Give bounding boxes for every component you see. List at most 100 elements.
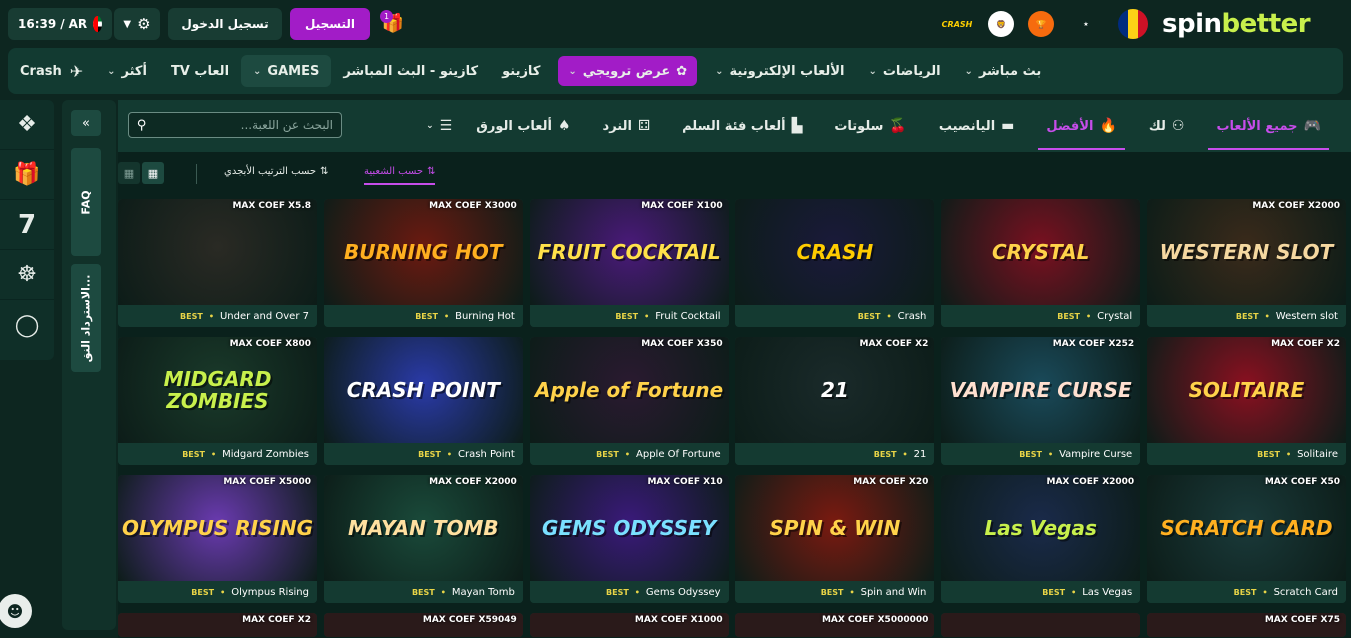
game-thumbnail[interactable]: OLYMPUS RISING MAX COEF X5000: [118, 475, 317, 581]
bug-icon[interactable]: ❖: [0, 100, 54, 150]
game-art-title: FRUIT COCKTAIL: [537, 240, 721, 264]
cashback-tab[interactable]: الاسترداد النق...: [71, 264, 101, 372]
divider: [196, 164, 197, 184]
game-card[interactable]: SCRATCH CARD MAX COEF X50 BEST • Scratch Car…: [1146, 475, 1346, 603]
game-art-title: CRYSTAL: [991, 240, 1090, 264]
game-card[interactable]: WESTERN SLOT MAX COEF X2000 BEST • Western s…: [1146, 199, 1346, 327]
game-card[interactable]: MAYAN TOMB MAX COEF X2000 BEST • Mayan Tomb: [323, 475, 523, 603]
premier-league-icon[interactable]: 🦁: [988, 11, 1014, 37]
chevron-down-icon: ⌄: [964, 65, 973, 77]
nav-live-casino[interactable]: كازينو - البث المباشر: [331, 55, 490, 87]
crash-logo[interactable]: CRASH: [940, 20, 974, 29]
game-thumbnail[interactable]: MAX COEF X59049: [323, 613, 523, 637]
game-card[interactable]: FRUIT COCKTAIL MAX COEF X100 BEST • Fruit Co…: [529, 199, 729, 327]
game-thumbnail[interactable]: CRASH POINT: [323, 337, 523, 443]
nav-promo[interactable]: ✿ عرض ترويجي ⌄: [558, 56, 698, 86]
game-thumbnail[interactable]: 21 MAX COEF X2: [735, 337, 935, 443]
settings-button[interactable]: ▼ ⚙: [114, 8, 160, 40]
game-thumbnail[interactable]: MAX COEF X75: [1146, 613, 1346, 637]
game-thumbnail[interactable]: MAX COEF X5000000: [735, 613, 935, 637]
game-card[interactable]: GEMS ODYSSEY MAX COEF X10 BEST • Gems Odysse…: [529, 475, 729, 603]
gift-icon[interactable]: 🎁: [0, 150, 54, 200]
tab-ladder-games[interactable]: ▙ ألعاب فئة السلم: [666, 100, 818, 152]
game-card[interactable]: [941, 613, 1141, 637]
faq-tab[interactable]: FAQ: [71, 148, 101, 256]
tab-slots[interactable]: 🍒 سلوتات: [818, 100, 923, 152]
game-thumbnail[interactable]: Apple of Fortune MAX COEF X350: [529, 337, 729, 443]
game-thumbnail[interactable]: CRASH: [735, 199, 935, 305]
game-card[interactable]: Apple of Fortune MAX COEF X350 BEST • Apple …: [529, 337, 729, 465]
gift-button[interactable]: 🎁 1: [378, 8, 408, 38]
nav-esports[interactable]: الألعاب الإلكترونية ⌄: [703, 55, 856, 87]
dollar-icon[interactable]: ◯: [0, 300, 54, 350]
collapse-button[interactable]: «: [71, 110, 101, 136]
game-thumbnail[interactable]: SPIN & WIN MAX COEF X20: [735, 475, 935, 581]
game-info-bar: BEST • Gems Odyssey: [529, 581, 729, 603]
game-card[interactable]: 21 MAX COEF X2 BEST • 21: [735, 337, 935, 465]
game-thumbnail[interactable]: MAYAN TOMB MAX COEF X2000: [323, 475, 523, 581]
tab-lottery[interactable]: ▬ اليانصيب: [923, 100, 1031, 152]
game-card[interactable]: SPIN & WIN MAX COEF X20 BEST • Spin and Win: [735, 475, 935, 603]
game-card[interactable]: SOLITAIRE MAX COEF X2 BEST • Solitaire: [1146, 337, 1346, 465]
tab-dice[interactable]: ⚃ النرد: [587, 100, 667, 152]
game-thumbnail[interactable]: BURNING HOT MAX COEF X3000: [323, 199, 523, 305]
game-card[interactable]: VAMPIRE CURSE MAX COEF X252 BEST • Vampire C…: [941, 337, 1141, 465]
nav-games[interactable]: ⌄ GAMES: [241, 55, 332, 87]
game-card[interactable]: MAX COEF X59049: [323, 613, 523, 637]
tab-card-games[interactable]: ♠ ألعاب الورق: [460, 100, 586, 152]
game-card[interactable]: Las Vegas MAX COEF X2000 BEST • Las Vegas: [941, 475, 1141, 603]
max-coef-label: MAX COEF X2000: [1252, 201, 1340, 211]
game-card[interactable]: BURNING HOT MAX COEF X3000 BEST • Burning Ho…: [323, 199, 523, 327]
tab-best[interactable]: 🔥 الأفضل: [1030, 100, 1133, 152]
game-thumbnail[interactable]: MIDGARD ZOMBIES MAX COEF X800: [118, 337, 317, 443]
nav-tv-games[interactable]: العاب TV: [159, 55, 241, 87]
nav-sports[interactable]: الرياضات ⌄: [856, 55, 952, 87]
login-button[interactable]: تسجيل الدخول: [168, 8, 282, 40]
search-input[interactable]: [146, 118, 333, 132]
game-thumbnail[interactable]: MAX COEF X1000: [529, 613, 729, 637]
game-thumbnail[interactable]: [941, 613, 1141, 637]
nav-casino[interactable]: كازينو: [490, 55, 552, 87]
seven-icon[interactable]: 7: [0, 200, 54, 250]
game-card[interactable]: MAX COEF X1000: [529, 613, 729, 637]
game-thumbnail[interactable]: Las Vegas MAX COEF X2000: [941, 475, 1141, 581]
game-thumbnail[interactable]: GEMS ODYSSEY MAX COEF X10: [529, 475, 729, 581]
tab-all-games[interactable]: 🎮 جميع الألعاب: [1200, 100, 1337, 152]
sort-popular[interactable]: حسب الشعبية ⇅: [364, 166, 436, 185]
game-card[interactable]: OLYMPUS RISING MAX COEF X5000 BEST • Olympus…: [118, 475, 317, 603]
nav-crash[interactable]: Crash ✈: [8, 55, 95, 87]
game-card[interactable]: CRASH BEST • Crash: [735, 199, 935, 327]
europa-league-icon[interactable]: 🏆: [1028, 11, 1054, 37]
more-categories-button[interactable]: ☰ ⌄: [418, 100, 460, 152]
large-grid-icon[interactable]: ▦: [142, 162, 164, 184]
game-thumbnail[interactable]: SOLITAIRE MAX COEF X2: [1146, 337, 1346, 443]
time-language-selector[interactable]: 16:39 / AR: [8, 8, 112, 40]
game-thumbnail[interactable]: WESTERN SLOT MAX COEF X2000: [1146, 199, 1346, 305]
game-card[interactable]: MAX COEF X5.8 BEST • Under and Over 7: [118, 199, 317, 327]
romania-flag-icon[interactable]: [1118, 9, 1148, 39]
nav-more[interactable]: أكثر ⌄: [95, 55, 159, 87]
game-thumbnail[interactable]: SCRATCH CARD MAX COEF X50: [1146, 475, 1346, 581]
site-logo[interactable]: spinbetter: [1162, 9, 1311, 39]
game-card[interactable]: MAX COEF X2: [118, 613, 317, 637]
sort-alphabetical[interactable]: حسب الترتيب الأبجدي ⇅: [224, 166, 328, 177]
game-thumbnail[interactable]: FRUIT COCKTAIL MAX COEF X100: [529, 199, 729, 305]
game-thumbnail[interactable]: VAMPIRE CURSE MAX COEF X252: [941, 337, 1141, 443]
game-card[interactable]: CRASH POINT BEST • Crash Point: [323, 337, 523, 465]
small-grid-icon[interactable]: ▦: [118, 162, 140, 184]
nav-live[interactable]: بث مباشر ⌄: [953, 55, 1054, 87]
game-card[interactable]: CRYSTAL BEST • Crystal: [941, 199, 1141, 327]
game-thumbnail[interactable]: CRYSTAL: [941, 199, 1141, 305]
wheel-icon[interactable]: ☸: [0, 250, 54, 300]
support-chat-button[interactable]: ☻: [0, 594, 32, 628]
search-icon[interactable]: ⚲: [137, 118, 147, 133]
game-card[interactable]: MAX COEF X5000000: [735, 613, 935, 637]
register-button[interactable]: التسجيل: [290, 8, 370, 40]
game-card[interactable]: MIDGARD ZOMBIES MAX COEF X800 BEST • Midgard…: [118, 337, 317, 465]
champions-league-icon[interactable]: ★: [1068, 11, 1104, 37]
game-thumbnail[interactable]: MAX COEF X5.8: [118, 199, 317, 305]
best-badge: BEST: [180, 311, 203, 321]
game-card[interactable]: MAX COEF X75: [1146, 613, 1346, 637]
tab-for-you[interactable]: ⚇ لك: [1133, 100, 1201, 152]
game-thumbnail[interactable]: MAX COEF X2: [118, 613, 317, 637]
